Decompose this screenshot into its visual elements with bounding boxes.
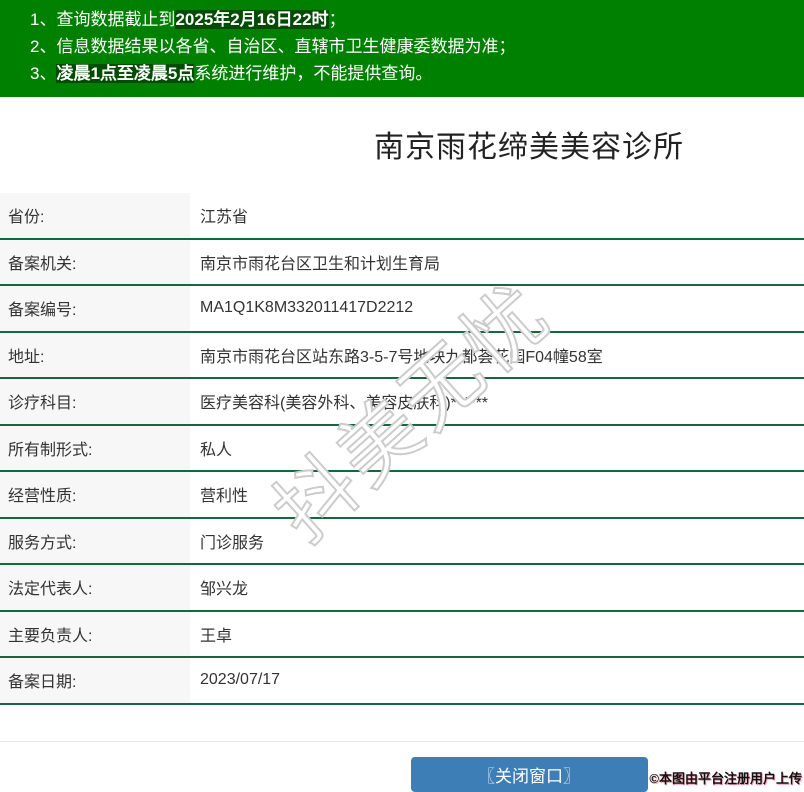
notice-line: 1、查询数据截止到2025年2月16日22时； xyxy=(30,6,804,33)
row-value: 王卓 xyxy=(190,611,804,656)
row-value: 南京市雨花台区卫生和计划生育局 xyxy=(190,239,804,284)
row-value: 门诊服务 xyxy=(190,518,804,563)
notice-number: 3、 xyxy=(30,64,57,83)
table-row: 经营性质: 营利性 xyxy=(0,472,804,519)
row-value: 营利性 xyxy=(190,472,804,517)
row-value: MA1Q1K8M332011417D2212 xyxy=(190,286,804,331)
notice-banner: 1、查询数据截止到2025年2月16日22时； 2、信息数据结果以各省、自治区、直… xyxy=(0,0,804,97)
notice-number: 1、 xyxy=(30,10,57,29)
table-row: 省份: 江苏省 xyxy=(0,193,804,240)
row-label: 诊疗科目: xyxy=(0,379,190,424)
row-label: 经营性质: xyxy=(0,472,190,517)
row-label: 服务方式: xyxy=(0,518,190,563)
row-value: 江苏省 xyxy=(190,193,804,238)
notice-line: 3、凌晨1点至凌晨5点系统进行维护，不能提供查询。 xyxy=(30,60,804,87)
row-label: 法定代表人: xyxy=(0,565,190,610)
copyright-stamp: ©本图由平台注册用户上传 xyxy=(649,771,802,786)
row-label: 备案编号: xyxy=(0,286,190,331)
table-row: 地址: 南京市雨花台区站东路3-5-7号地块九都荟花园F04幢58室 xyxy=(0,332,804,379)
row-label: 主要负责人: xyxy=(0,611,190,656)
table-row: 备案编号: MA1Q1K8M332011417D2212 xyxy=(0,286,804,333)
title-area: 南京雨花缔美美容诊所 xyxy=(0,97,804,193)
row-label: 省份: xyxy=(0,193,190,238)
table-row: 服务方式: 门诊服务 xyxy=(0,518,804,565)
table-row: 备案日期: 2023/07/17 xyxy=(0,658,804,705)
notice-text: 查询数据截止到 xyxy=(56,10,176,29)
row-value: 邹兴龙 xyxy=(190,565,804,610)
row-label: 所有制形式: xyxy=(0,425,190,470)
table-spacer-row xyxy=(0,705,804,742)
row-value: 医疗美容科(美容外科、美容皮肤科)****** xyxy=(190,379,804,424)
row-label: 备案机关: xyxy=(0,239,190,284)
notice-text: 系统进行维护，不能提供查询。 xyxy=(194,64,433,83)
notice-highlight: 2025年2月16日22时 xyxy=(175,10,329,29)
row-label: 备案日期: xyxy=(0,658,190,703)
close-window-button[interactable]: 〖关闭窗口〗 xyxy=(410,756,648,792)
table-row: 主要负责人: 王卓 xyxy=(0,611,804,658)
notice-highlight: 凌晨1点至凌晨5点 xyxy=(56,64,195,83)
table-row: 诊疗科目: 医疗美容科(美容外科、美容皮肤科)****** xyxy=(0,379,804,426)
row-label: 地址: xyxy=(0,332,190,377)
row-value: 私人 xyxy=(190,425,804,470)
page-title: 南京雨花缔美美容诊所 xyxy=(374,131,684,164)
row-value: 2023/07/17 xyxy=(190,658,804,703)
table-row: 法定代表人: 邹兴龙 xyxy=(0,565,804,612)
table-row: 所有制形式: 私人 xyxy=(0,425,804,472)
registration-table: 省份: 江苏省 备案机关: 南京市雨花台区卫生和计划生育局 备案编号: MA1Q… xyxy=(0,193,804,705)
notice-line: 2、信息数据结果以各省、自治区、直辖市卫生健康委数据为准； xyxy=(30,33,804,60)
notice-text: 信息数据结果以各省、自治区、直辖市卫生健康委数据为准； xyxy=(56,37,516,56)
notice-number: 2、 xyxy=(30,37,57,56)
table-row: 备案机关: 南京市雨花台区卫生和计划生育局 xyxy=(0,239,804,286)
row-value: 南京市雨花台区站东路3-5-7号地块九都荟花园F04幢58室 xyxy=(190,332,804,377)
notice-text: ； xyxy=(328,10,346,29)
